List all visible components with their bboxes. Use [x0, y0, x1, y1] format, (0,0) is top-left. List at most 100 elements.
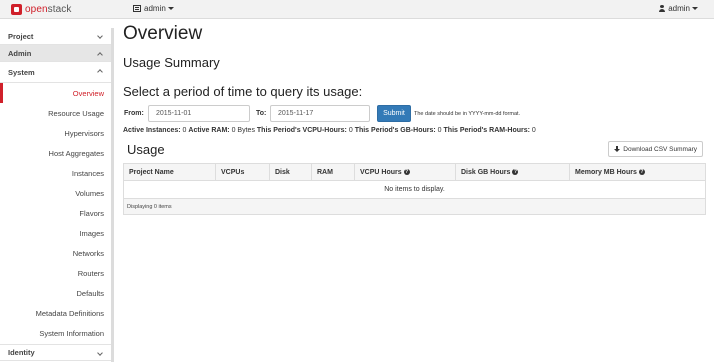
period-heading: Select a period of time to query its usa…	[123, 84, 363, 99]
sidebar: Project Admin System Overview Resource U…	[0, 28, 114, 362]
sidebar-item-overview[interactable]: Overview	[0, 83, 111, 103]
project-dropdown[interactable]: admin	[133, 4, 174, 13]
openstack-logo[interactable]: openstack	[11, 3, 72, 16]
stat-label: This Period's VCPU-Hours:	[256, 127, 347, 134]
sidebar-item-hypervisors[interactable]: Hypervisors	[0, 123, 111, 143]
column-header-vcpus[interactable]: VCPUs	[215, 163, 270, 181]
user-icon	[659, 5, 666, 12]
sidebar-item-host-aggregates[interactable]: Host Aggregates	[0, 143, 111, 163]
download-csv-button[interactable]: Download CSV Summary	[608, 141, 703, 157]
column-header-ram[interactable]: RAM	[311, 163, 355, 181]
sidebar-item-label: Overview	[72, 88, 104, 98]
sidebar-section-system[interactable]: System	[0, 62, 111, 83]
column-header-label: VCPUs	[221, 168, 245, 176]
system-nav-list: Overview Resource Usage Hypervisors Host…	[0, 83, 111, 343]
from-date-input[interactable]: 2015-11-01	[148, 105, 250, 122]
sidebar-item-label: Networks	[72, 248, 104, 258]
column-header-vcpu-hours[interactable]: VCPU Hours?	[354, 163, 456, 181]
sidebar-section-label: Project	[8, 31, 34, 41]
sidebar-item-networks[interactable]: Networks	[0, 243, 111, 263]
stat-value: 0	[531, 127, 536, 134]
sidebar-item-flavors[interactable]: Flavors	[0, 203, 111, 223]
caret-down-icon	[692, 7, 698, 10]
sidebar-section-label: Identity	[8, 348, 35, 357]
sidebar-item-label: Host Aggregates	[48, 148, 104, 158]
sidebar-section-project[interactable]: Project	[0, 28, 111, 45]
to-date-input[interactable]: 2015-11-17	[270, 105, 370, 122]
table-footer-row: Displaying 0 items	[123, 198, 706, 215]
sidebar-item-label: Images	[79, 228, 104, 238]
project-list-icon	[133, 5, 141, 12]
stat-label: This Period's GB-Hours:	[354, 127, 436, 134]
stat-value: 0 Bytes	[231, 127, 255, 134]
sidebar-item-routers[interactable]: Routers	[0, 263, 111, 283]
from-label: From:	[124, 110, 144, 117]
column-header-label: Memory MB Hours	[575, 168, 637, 176]
project-dropdown-label: admin	[144, 4, 166, 13]
stat-value: 0	[348, 127, 353, 134]
column-header-label: Disk	[275, 168, 290, 176]
sidebar-item-label: Metadata Definitions	[35, 308, 104, 318]
chevron-down-icon	[97, 350, 103, 356]
download-csv-label: Download CSV Summary	[623, 145, 697, 153]
sidebar-item-instances[interactable]: Instances	[0, 163, 111, 183]
sidebar-item-label: Routers	[77, 268, 104, 278]
date-format-hint: The date should be in YYYY-mm-dd format.	[414, 111, 521, 117]
top-navbar: openstack admin admin	[0, 0, 714, 19]
chevron-down-icon	[97, 33, 103, 39]
openstack-logo-icon	[11, 4, 22, 15]
column-header-label: Disk GB Hours	[461, 168, 511, 176]
submit-button[interactable]: Submit	[377, 105, 411, 122]
sidebar-item-label: Hypervisors	[64, 128, 104, 138]
sidebar-section-identity[interactable]: Identity	[0, 344, 111, 361]
stat-label: Active RAM:	[188, 127, 230, 134]
sidebar-section-admin[interactable]: Admin	[0, 45, 111, 62]
stat-value: 0	[182, 127, 187, 134]
column-header-memory-mb-hours[interactable]: Memory MB Hours?	[569, 163, 706, 181]
column-header-label: VCPU Hours	[360, 168, 402, 176]
sidebar-item-metadata-definitions[interactable]: Metadata Definitions	[0, 303, 111, 323]
sidebar-item-defaults[interactable]: Defaults	[0, 283, 111, 303]
to-date-value: 2015-11-17	[278, 110, 314, 117]
items-count: Displaying 0 items	[123, 198, 706, 215]
sidebar-item-volumes[interactable]: Volumes	[0, 183, 111, 203]
sidebar-item-images[interactable]: Images	[0, 223, 111, 243]
table-empty-row: No items to display.	[123, 180, 706, 199]
sidebar-item-label: Volumes	[75, 188, 104, 198]
help-icon[interactable]: ?	[638, 168, 645, 175]
empty-message: No items to display.	[123, 180, 706, 199]
sidebar-item-label: Defaults	[76, 288, 104, 298]
sidebar-item-system-information[interactable]: System Information	[0, 323, 111, 343]
main-content: Overview Usage Summary Select a period o…	[123, 22, 708, 215]
sidebar-section-label: Admin	[8, 48, 32, 58]
chevron-up-icon	[97, 52, 103, 58]
sidebar-item-label: System Information	[39, 328, 104, 338]
stat-label: Active Instances:	[123, 127, 181, 134]
sidebar-item-resource-usage[interactable]: Resource Usage	[0, 103, 111, 123]
chevron-up-icon	[97, 69, 103, 75]
usage-stats: Active Instances: 0 Active RAM: 0 Bytes …	[123, 127, 708, 134]
usage-title: Usage	[127, 142, 165, 157]
column-header-label: Project Name	[129, 168, 174, 176]
help-icon[interactable]: ?	[512, 168, 519, 175]
sidebar-item-label: Flavors	[79, 208, 104, 218]
from-date-value: 2015-11-01	[156, 110, 192, 117]
page-title: Overview	[123, 23, 203, 44]
user-dropdown-label: admin	[668, 4, 690, 13]
to-label: To:	[256, 110, 267, 117]
sidebar-section-label: System	[8, 67, 35, 77]
column-header-project-name[interactable]: Project Name	[123, 163, 216, 181]
date-range-form: From: 2015-11-01 To: 2015-11-17 Submit T…	[123, 105, 708, 124]
user-dropdown[interactable]: admin	[659, 4, 698, 13]
download-icon	[614, 146, 621, 152]
usage-header: Usage Download CSV Summary	[123, 140, 708, 160]
help-icon[interactable]: ?	[403, 168, 410, 175]
column-header-disk[interactable]: Disk	[269, 163, 312, 181]
usage-summary-heading: Usage Summary	[123, 55, 220, 70]
usage-table: Project Name VCPUs Disk RAM VCPU Hours? …	[123, 163, 706, 215]
column-header-disk-gb-hours[interactable]: Disk GB Hours?	[455, 163, 570, 181]
column-header-label: RAM	[317, 168, 333, 176]
table-header-row: Project Name VCPUs Disk RAM VCPU Hours? …	[123, 163, 706, 181]
stat-value: 0	[437, 127, 442, 134]
brand-text: openstack	[25, 4, 72, 15]
